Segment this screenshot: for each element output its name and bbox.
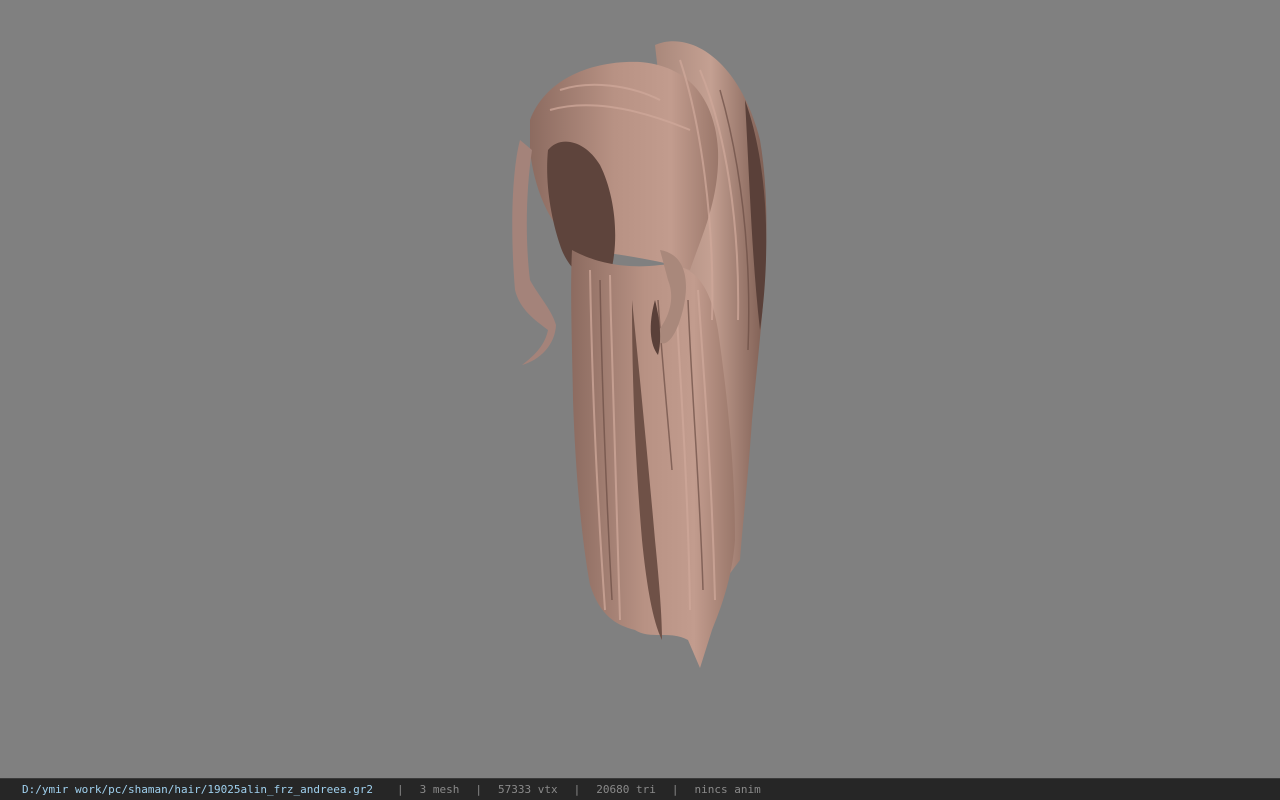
separator: |	[397, 783, 404, 796]
3d-viewport[interactable]	[0, 0, 1280, 778]
triangle-count: 20680 tri	[596, 783, 656, 796]
separator: |	[671, 783, 679, 796]
status-bar: D:/ymir work/pc/shaman/hair/19025alin_fr…	[0, 778, 1280, 800]
animation-status: nincs anim	[694, 783, 761, 796]
separator: |	[475, 783, 482, 796]
separator: |	[573, 783, 581, 796]
hair-mesh-icon	[512, 41, 767, 668]
vertex-count: 57333 vtx	[498, 783, 558, 796]
file-path: D:/ymir work/pc/shaman/hair/19025alin_fr…	[22, 783, 373, 796]
mesh-count: 3 mesh	[419, 783, 460, 796]
